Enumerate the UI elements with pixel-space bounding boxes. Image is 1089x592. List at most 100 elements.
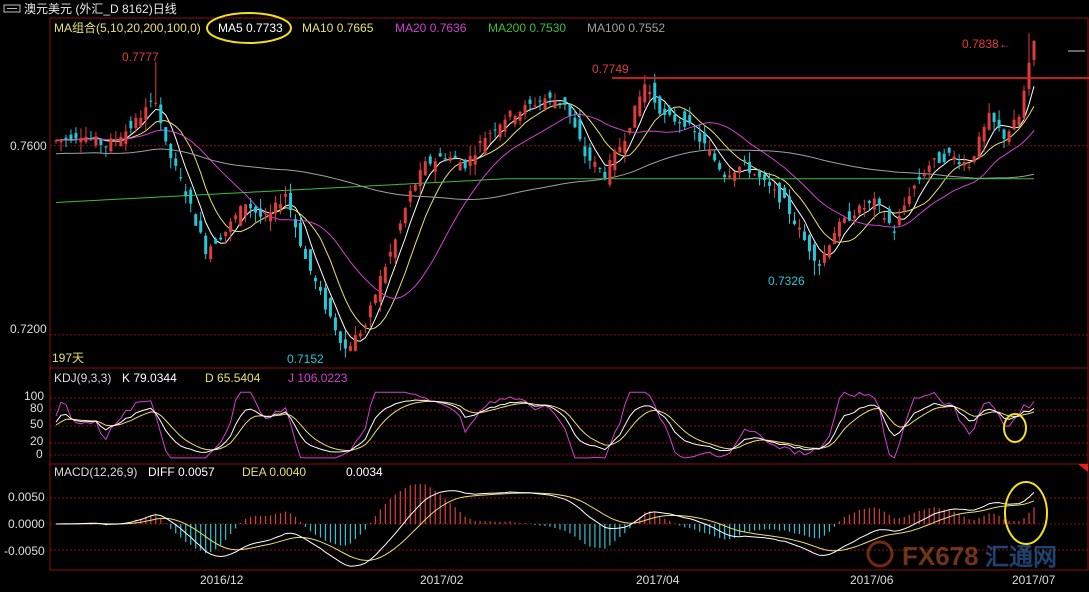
candle-body-109 xyxy=(598,167,602,169)
candle-body-61 xyxy=(358,333,362,337)
candle-body-132 xyxy=(713,153,717,161)
candle-body-36 xyxy=(234,215,238,220)
candle-body-119 xyxy=(648,91,652,95)
kdj-lines xyxy=(55,391,1035,459)
candle-body-85 xyxy=(478,140,482,144)
legend-ma20: MA20 0.7636 xyxy=(395,21,467,35)
candle-body-31 xyxy=(209,246,213,260)
candle-body-46 xyxy=(284,194,288,197)
candle-body-43 xyxy=(269,212,273,222)
candle-body-135 xyxy=(728,175,732,178)
candle-body-127 xyxy=(688,115,692,124)
kdj-j: J 106.0223 xyxy=(288,371,348,385)
candle-body-115 xyxy=(628,127,632,133)
candle-body-62 xyxy=(363,325,367,327)
candle-body-147 xyxy=(788,196,791,215)
candle-body-152 xyxy=(812,244,816,261)
x-tick-2017-06: 2017/06 xyxy=(850,573,894,587)
candle-body-13 xyxy=(119,136,123,146)
kdj-legend: KDJ(9,3,3) K 79.0344 D 65.5404 J 106.022… xyxy=(24,371,1027,461)
candle-body-160 xyxy=(852,215,856,219)
candle-body-69 xyxy=(398,223,402,231)
candle-body-29 xyxy=(199,220,203,233)
kdj-tick-50: 50 xyxy=(30,417,44,431)
candle-body-178 xyxy=(942,153,946,163)
candle-body-158 xyxy=(842,217,846,223)
candle-body-6 xyxy=(84,136,88,142)
x-axis: 2016/12 2017/02 2017/04 2017/06 2017/07 xyxy=(200,573,1056,587)
candle-body-11 xyxy=(109,138,113,152)
candle-body-121 xyxy=(658,96,662,114)
candle-body-125 xyxy=(678,122,682,124)
candle-body-101 xyxy=(558,102,562,104)
candle-body-144 xyxy=(773,189,777,191)
candle-body-102 xyxy=(563,97,567,105)
candle-body-188 xyxy=(992,112,996,122)
candle-body-70 xyxy=(403,208,407,224)
candle-body-170 xyxy=(902,205,906,211)
candle-body-133 xyxy=(718,162,722,170)
candle-body-107 xyxy=(588,147,592,161)
candle-body-40 xyxy=(254,206,258,213)
candle-body-22 xyxy=(164,127,168,142)
candle-body-136 xyxy=(733,172,737,181)
candle-body-195 xyxy=(1027,62,1031,90)
annotation-circle-macd xyxy=(1004,481,1048,545)
candle-body-150 xyxy=(802,231,806,240)
watermark-text: FX678 xyxy=(902,541,979,571)
label-current-high: 0.7838← xyxy=(962,37,1011,51)
watermark: FX678 汇通网 xyxy=(866,540,1057,571)
candle-body-180 xyxy=(952,156,956,160)
x-tick-2017-07: 2017/07 xyxy=(1012,573,1056,587)
ma100-line xyxy=(55,148,1035,200)
candle-body-126 xyxy=(683,111,687,127)
candle-body-8 xyxy=(94,136,98,146)
candle-body-128 xyxy=(693,131,697,133)
candle-body-99 xyxy=(548,92,552,98)
candle-body-82 xyxy=(463,159,467,169)
candle-body-57 xyxy=(338,331,342,343)
window-title-group: 澳元美元 (外汇_D 8162)日线 xyxy=(3,2,177,16)
candle-body-153 xyxy=(817,264,821,266)
candle-body-33 xyxy=(219,237,223,240)
candle-body-139 xyxy=(748,161,752,173)
grid-lines xyxy=(50,145,1088,551)
candle-body-49 xyxy=(299,222,302,246)
candle-body-192 xyxy=(1012,119,1016,130)
x-tick-2016-12: 2016/12 xyxy=(200,573,244,587)
candle-body-55 xyxy=(328,298,332,317)
candle-body-184 xyxy=(972,156,976,163)
candle-body-45 xyxy=(279,204,283,209)
legend-ma5: MA5 0.7733 xyxy=(218,21,283,35)
candle-body-187 xyxy=(987,112,991,130)
candle-body-67 xyxy=(388,251,392,257)
candle-body-53 xyxy=(318,287,322,291)
candle-body-1 xyxy=(59,139,63,143)
candle-body-122 xyxy=(663,108,667,115)
y-tick-0.7600: 0.7600 xyxy=(10,139,47,153)
candle-body-134 xyxy=(723,174,727,178)
candle-body-80 xyxy=(453,155,457,159)
candle-body-81 xyxy=(458,162,462,171)
label-low-0.7152: 0.7152 xyxy=(287,352,324,366)
window-title: 澳元美元 (外汇_D 8162)日线 xyxy=(24,2,177,16)
candle-body-116 xyxy=(633,105,637,128)
candle-body-120 xyxy=(653,82,657,103)
candle-body-51 xyxy=(308,249,312,271)
panel-corner-marker xyxy=(1078,464,1088,472)
candle-body-95 xyxy=(528,99,532,104)
candle-body-185 xyxy=(977,136,981,158)
candle-body-91 xyxy=(508,110,512,117)
candle-body-72 xyxy=(413,184,417,191)
macd-value: 0.0034 xyxy=(346,465,383,479)
ma5-line xyxy=(55,86,1035,342)
candle-body-12 xyxy=(114,139,118,141)
candle-body-17 xyxy=(139,117,143,127)
kdj-k: K 79.0344 xyxy=(122,371,177,385)
candle-body-64 xyxy=(373,294,377,304)
candle-body-181 xyxy=(957,162,961,165)
candle-body-18 xyxy=(144,107,148,121)
candle-body-129 xyxy=(698,132,702,142)
candle-body-137 xyxy=(738,166,742,174)
candle-body-44 xyxy=(274,202,278,214)
